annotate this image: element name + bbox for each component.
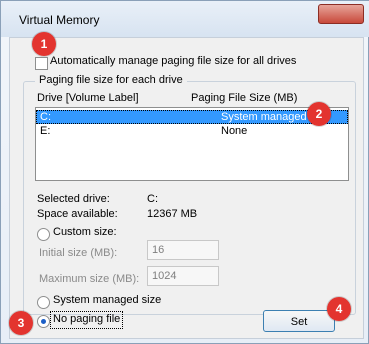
annotation-badge-3: 3 [9,311,33,335]
maximum-size-label: Maximum size (MB): [39,273,140,285]
maximum-size-input[interactable]: 1024 [147,266,219,286]
window-title: Virtual Memory [19,13,100,27]
initial-size-input[interactable]: 16 [147,240,219,260]
space-available-label: Space available: [37,208,118,220]
auto-manage-label: Automatically manage paging file size fo… [50,55,297,67]
selected-drive-label: Selected drive: [37,193,110,205]
drive-cell: C: [40,111,51,123]
virtual-memory-window: Virtual Memory Automatically manage pagi… [0,0,369,344]
space-available-value: 12367 MB [147,208,198,220]
auto-manage-checkbox[interactable] [35,57,48,70]
size-cell: System managed [221,111,307,123]
drive-row-e[interactable]: E: None [36,124,348,138]
title-bar: Virtual Memory [1,1,369,37]
initial-size-label: Initial size (MB): [39,247,118,259]
size-cell: None [221,125,248,137]
size-column-header: Paging File Size (MB) [191,92,298,104]
drive-cell: E: [40,125,51,137]
drive-row-c[interactable]: C: System managed [36,110,348,124]
custom-size-label: Custom size: [53,226,117,238]
annotation-badge-4: 4 [327,297,351,321]
selected-drive-value: C: [147,193,158,205]
drive-column-header: Drive [Volume Label] [37,92,139,104]
system-managed-radio[interactable] [37,296,50,309]
annotation-badge-1: 1 [32,32,56,56]
annotation-badge-2: 2 [307,102,331,126]
custom-size-radio[interactable] [37,228,50,241]
drive-list[interactable]: C: System managed E: None [35,107,349,181]
close-button[interactable] [318,4,364,24]
no-paging-label: No paging file [53,313,121,325]
set-button[interactable]: Set [263,310,335,332]
group-title: Paging file size for each drive [35,74,187,86]
system-managed-label: System managed size [53,294,162,306]
no-paging-radio[interactable] [37,315,50,328]
